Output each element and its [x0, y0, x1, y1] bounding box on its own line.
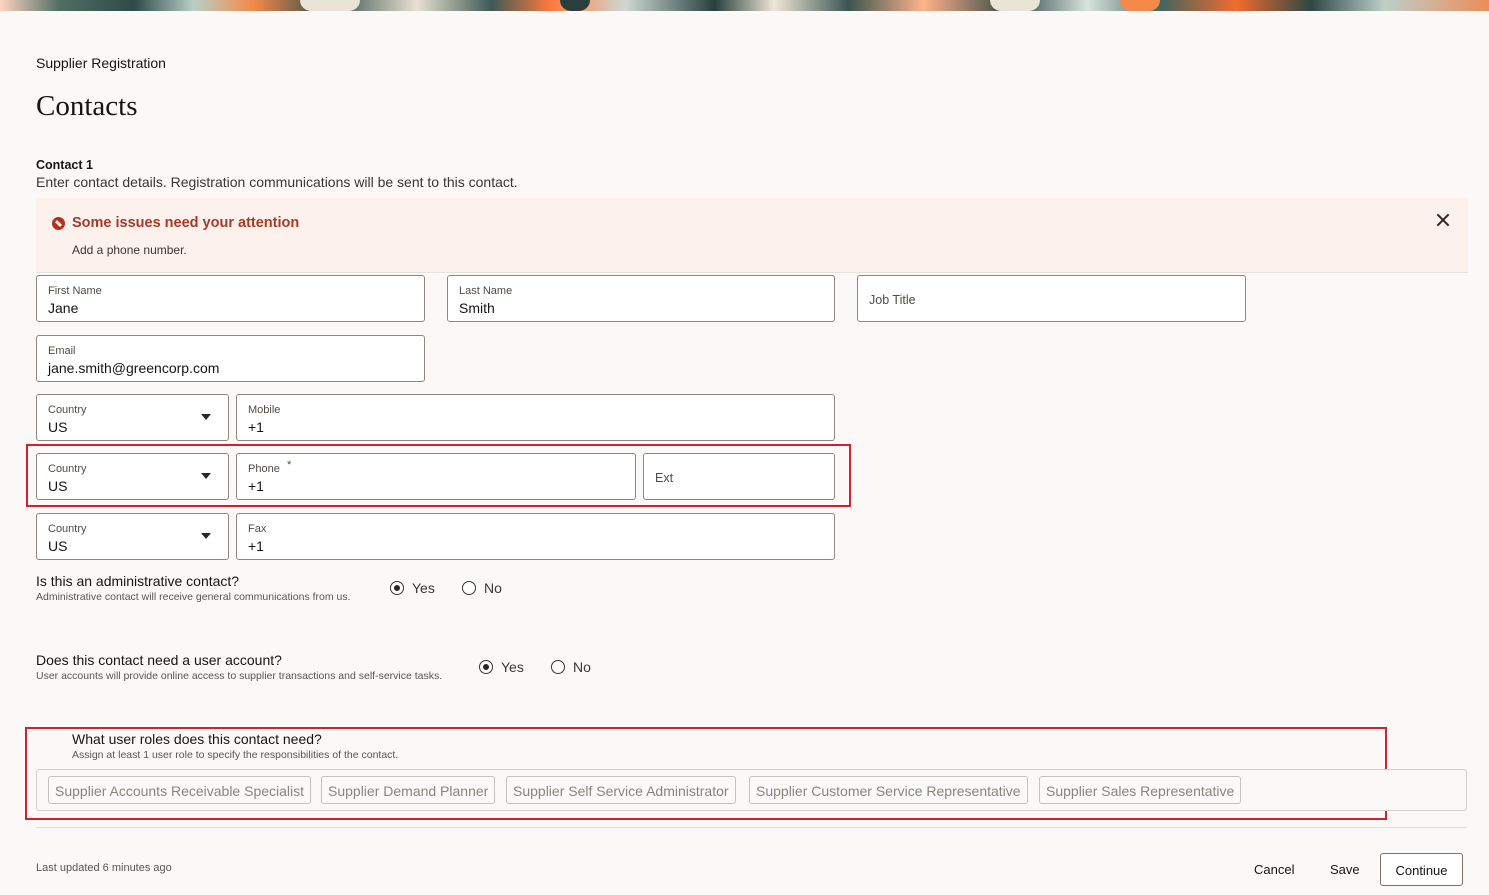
fax-country-select[interactable]: Country US [36, 513, 229, 560]
first-name-value[interactable]: Jane [48, 300, 78, 316]
email-field[interactable]: Email jane.smith@greencorp.com [36, 335, 425, 382]
radio-unselected-icon[interactable] [462, 581, 476, 595]
mobile-label: Mobile [248, 404, 281, 416]
close-icon[interactable] [1434, 211, 1452, 229]
admin-yes-radio[interactable]: Yes [390, 580, 435, 596]
email-label: Email [48, 345, 76, 357]
job-title-field[interactable]: Job Title [857, 275, 1246, 322]
account-question-help: User accounts will provide online access… [36, 670, 443, 682]
phone-value[interactable]: +1 [248, 478, 264, 494]
last-updated: Last updated 6 minutes ago [36, 862, 172, 874]
mobile-field[interactable]: Mobile +1 [236, 394, 835, 441]
fax-value[interactable]: +1 [248, 538, 264, 554]
error-icon [52, 217, 65, 230]
role-chip[interactable]: Supplier Self Service Administrator [506, 776, 736, 804]
admin-question-title: Is this an administrative contact? [36, 573, 240, 589]
phone-country-label: Country [48, 463, 87, 475]
role-chip[interactable]: Supplier Customer Service Representative [749, 776, 1028, 804]
radio-unselected-icon[interactable] [551, 660, 565, 674]
fax-label: Fax [248, 523, 267, 535]
mobile-value[interactable]: +1 [248, 419, 264, 435]
account-no-label: No [573, 659, 591, 675]
contact-description: Enter contact details. Registration comm… [36, 174, 518, 190]
email-value[interactable]: jane.smith@greencorp.com [48, 360, 219, 376]
page-title: Contacts [36, 90, 138, 122]
admin-no-radio[interactable]: No [462, 580, 502, 596]
first-name-label: First Name [48, 285, 102, 297]
ext-placeholder: Ext [655, 471, 674, 485]
ext-field[interactable]: Ext [643, 453, 835, 500]
mobile-country-value: US [48, 419, 68, 435]
admin-yes-label: Yes [412, 580, 435, 596]
radio-selected-icon[interactable] [390, 581, 404, 595]
admin-no-label: No [484, 580, 502, 596]
fax-country-value: US [48, 538, 68, 554]
role-chip[interactable]: Supplier Accounts Receivable Specialist [48, 776, 312, 804]
job-title-placeholder: Job Title [869, 293, 916, 307]
roles-help: Assign at least 1 user role to specify t… [72, 749, 399, 761]
required-mark: * [287, 459, 292, 471]
account-question-title: Does this contact need a user account? [36, 652, 282, 668]
roles-title: What user roles does this contact need? [72, 731, 322, 747]
footer-divider [36, 827, 1467, 828]
chevron-down-icon[interactable] [201, 414, 211, 420]
first-name-field[interactable]: First Name Jane [36, 275, 425, 322]
account-yes-label: Yes [501, 659, 524, 675]
admin-question-help: Administrative contact will receive gene… [36, 591, 351, 603]
phone-label: Phone [248, 463, 280, 475]
chevron-down-icon[interactable] [201, 533, 211, 539]
roles-chip-set: Supplier Accounts Receivable Specialist … [36, 769, 1467, 811]
error-alert: Some issues need your attention Add a ph… [36, 198, 1468, 273]
fax-field[interactable]: Fax +1 [236, 513, 835, 560]
breadcrumb: Supplier Registration [36, 55, 166, 71]
mobile-country-label: Country [48, 404, 87, 416]
chevron-down-icon[interactable] [201, 473, 211, 479]
role-chip[interactable]: Supplier Sales Representative [1039, 776, 1242, 804]
account-yes-radio[interactable]: Yes [479, 659, 524, 675]
radio-selected-icon[interactable] [479, 660, 493, 674]
alert-title: Some issues need your attention [72, 215, 300, 231]
decorative-banner [0, 0, 1489, 11]
contact-heading: Contact 1 [36, 158, 93, 172]
alert-message: Add a phone number. [72, 243, 187, 257]
role-chip[interactable]: Supplier Demand Planner [321, 776, 496, 804]
account-no-radio[interactable]: No [551, 659, 591, 675]
phone-country-value: US [48, 478, 68, 494]
phone-field[interactable]: Phone * +1 [236, 453, 636, 500]
last-name-field[interactable]: Last Name Smith [447, 275, 835, 322]
last-name-value[interactable]: Smith [459, 300, 495, 316]
mobile-country-select[interactable]: Country US [36, 394, 229, 441]
fax-country-label: Country [48, 523, 87, 535]
continue-button[interactable]: Continue [1380, 853, 1463, 886]
cancel-button[interactable]: Cancel [1254, 862, 1294, 877]
phone-country-select[interactable]: Country US [36, 453, 229, 500]
last-name-label: Last Name [459, 285, 513, 297]
save-button[interactable]: Save [1330, 862, 1360, 877]
